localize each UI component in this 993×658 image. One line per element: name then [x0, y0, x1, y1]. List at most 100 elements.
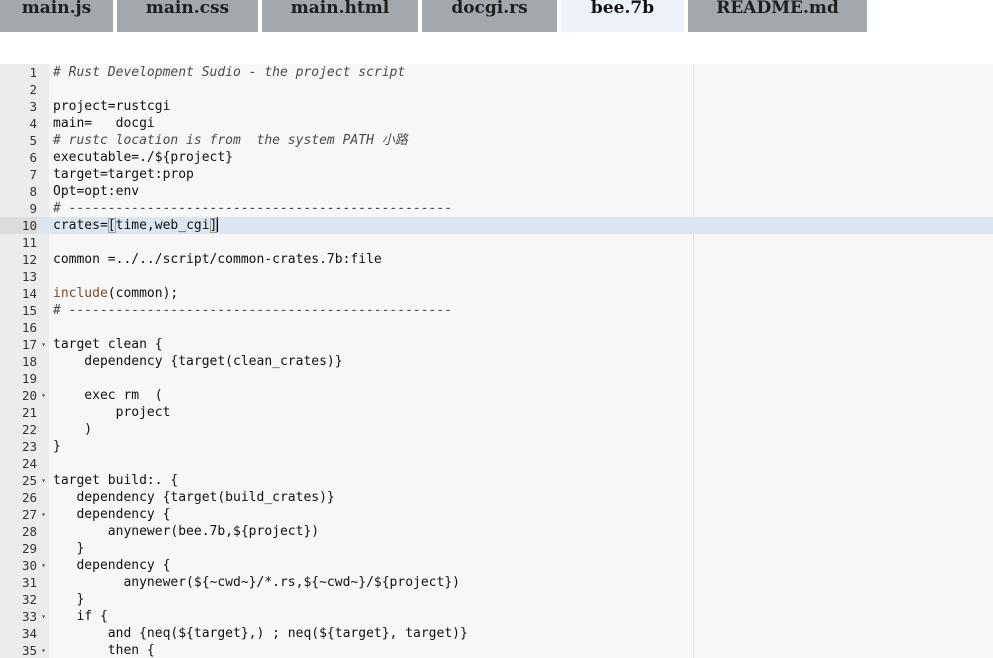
line-number: 34 — [21, 626, 37, 641]
line-number: 6 — [29, 150, 37, 165]
text-cursor — [217, 217, 219, 232]
code-text: Opt=opt:env — [53, 184, 140, 199]
code-line[interactable]: 2 — [0, 81, 993, 98]
code-line[interactable]: 11 — [0, 234, 993, 251]
fold-arrow-down-icon[interactable]: ▾ — [39, 642, 48, 658]
line-number: 35 — [21, 643, 37, 658]
code-line[interactable]: 24 — [0, 455, 993, 472]
code-text: dependency {target(clean_crates)} — [53, 354, 343, 369]
code-text: dependency {target(build_crates)} — [53, 490, 335, 505]
tab-label: main.css — [145, 0, 230, 18]
code-line[interactable]: 33 ▾ if { — [0, 608, 993, 625]
line-number: 21 — [21, 405, 37, 420]
fold-arrow-down-icon[interactable]: ▾ — [39, 472, 48, 489]
code-line[interactable]: 22 ) — [0, 421, 993, 438]
code-line[interactable]: 28 anynewer(bee.7b,${project}) — [0, 523, 993, 540]
line-number: 30 — [21, 558, 37, 573]
matched-bracket-open: [ — [107, 218, 116, 233]
fold-arrow-down-icon[interactable]: ▾ — [39, 336, 48, 353]
matched-bracket-close: ] — [209, 218, 218, 233]
code-token: (common); — [107, 286, 179, 301]
code-text: } — [53, 439, 61, 454]
code-text: anynewer(${~cwd~}/*.rs,${~cwd~}/${projec… — [53, 575, 460, 590]
code-line[interactable]: 32 } — [0, 591, 993, 608]
code-line[interactable]: 23} — [0, 438, 993, 455]
line-number: 12 — [21, 252, 37, 267]
line-number: 20 — [21, 388, 37, 403]
tab-label: docgi.rs — [451, 0, 528, 18]
code-token: time,web_cgi — [115, 218, 210, 233]
code-text: and {neq(${target},) ; neq(${target}, ta… — [53, 626, 468, 641]
tab-readme-md[interactable]: README.md — [688, 0, 867, 32]
line-number: 24 — [21, 456, 37, 471]
code-line[interactable]: 27 ▾ dependency { — [0, 506, 993, 523]
fold-arrow-down-icon[interactable]: ▾ — [39, 608, 48, 625]
fold-arrow-down-icon[interactable]: ▾ — [39, 506, 48, 523]
code-lines[interactable]: 1 # Rust Development Sudio - the project … — [0, 64, 993, 658]
code-text: project=rustcgi — [53, 99, 171, 114]
code-text: main= docgi — [53, 116, 155, 131]
line-number: 8 — [29, 184, 37, 199]
line-number: 16 — [21, 320, 37, 335]
code-line[interactable]: 29 } — [0, 540, 993, 557]
code-line[interactable]: 20 ▾ exec rm ( — [0, 387, 993, 404]
tab-bar: main.js main.css main.html docgi.rs bee.… — [0, 0, 993, 32]
line-number: 7 — [29, 167, 37, 182]
line-number: 25 — [21, 473, 37, 488]
line-number: 9 — [29, 201, 37, 216]
code-text: executable=./${project} — [53, 150, 234, 165]
line-number: 4 — [29, 116, 37, 131]
code-line[interactable]: 1 # Rust Development Sudio - the project … — [0, 64, 993, 81]
line-number: 33 — [21, 609, 37, 624]
code-line[interactable]: 8 Opt=opt:env — [0, 183, 993, 200]
line-number: 2 — [29, 82, 37, 97]
line-number: 18 — [21, 354, 37, 369]
code-line[interactable]: 14 include(common); — [0, 285, 993, 302]
line-number: 14 — [21, 286, 37, 301]
tab-docgi-rs[interactable]: docgi.rs — [422, 0, 557, 32]
code-text: include(common); — [53, 285, 178, 302]
tab-label: main.js — [21, 0, 92, 18]
line-number: 26 — [21, 490, 37, 505]
code-text: } — [53, 592, 85, 607]
code-text: # rustc location is from the system PATH… — [53, 133, 408, 148]
tab-label: README.md — [716, 0, 839, 18]
line-number: 1 — [29, 65, 37, 80]
code-line[interactable]: 16 — [0, 319, 993, 336]
tab-bee-7b[interactable]: bee.7b — [561, 0, 684, 32]
code-line[interactable]: 34 and {neq(${target},) ; neq(${target},… — [0, 625, 993, 642]
code-line[interactable]: 26 dependency {target(build_crates)} — [0, 489, 993, 506]
code-line[interactable]: 10 crates=[time,web_cgi] — [0, 217, 993, 234]
code-line[interactable]: 17 ▾ target clean { — [0, 336, 993, 353]
code-line[interactable]: 30 ▾ dependency { — [0, 557, 993, 574]
code-line[interactable]: 25 ▾ target build:. { — [0, 472, 993, 489]
code-line[interactable]: 19 — [0, 370, 993, 387]
code-line[interactable]: 3 project=rustcgi — [0, 98, 993, 115]
line-number: 5 — [29, 133, 37, 148]
tab-main-html[interactable]: main.html — [262, 0, 418, 32]
code-line[interactable]: 4 main= docgi — [0, 115, 993, 132]
fold-arrow-down-icon[interactable]: ▾ — [39, 557, 48, 574]
line-number: 19 — [21, 371, 37, 386]
code-text: if { — [53, 609, 108, 624]
code-line[interactable]: 5 # rustc location is from the system PAT… — [0, 132, 993, 149]
code-line[interactable]: 35 ▾ then { — [0, 642, 993, 658]
code-text: common =../../script/common-crates.7b:fi… — [53, 252, 382, 267]
code-line[interactable]: 6 executable=./${project} — [0, 149, 993, 166]
code-line[interactable]: 15 # ------------------------------------… — [0, 302, 993, 319]
code-line[interactable]: 12 common =../../script/common-crates.7b:… — [0, 251, 993, 268]
line-number: 29 — [21, 541, 37, 556]
code-line[interactable]: 7 target=target:prop — [0, 166, 993, 183]
line-number: 13 — [21, 269, 37, 284]
code-line[interactable]: 13 — [0, 268, 993, 285]
code-line[interactable]: 18 dependency {target(clean_crates)} — [0, 353, 993, 370]
code-line[interactable]: 21 project — [0, 404, 993, 421]
code-line[interactable]: 31 anynewer(${~cwd~}/*.rs,${~cwd~}/${pro… — [0, 574, 993, 591]
code-text: target build:. { — [53, 473, 179, 488]
tab-main-js[interactable]: main.js — [0, 0, 113, 32]
code-line[interactable]: 9 # -------------------------------------… — [0, 200, 993, 217]
code-text: then { — [53, 643, 155, 658]
fold-arrow-down-icon[interactable]: ▾ — [39, 387, 48, 404]
tab-main-css[interactable]: main.css — [117, 0, 258, 32]
code-editor[interactable]: 1 # Rust Development Sudio - the project … — [0, 64, 993, 658]
